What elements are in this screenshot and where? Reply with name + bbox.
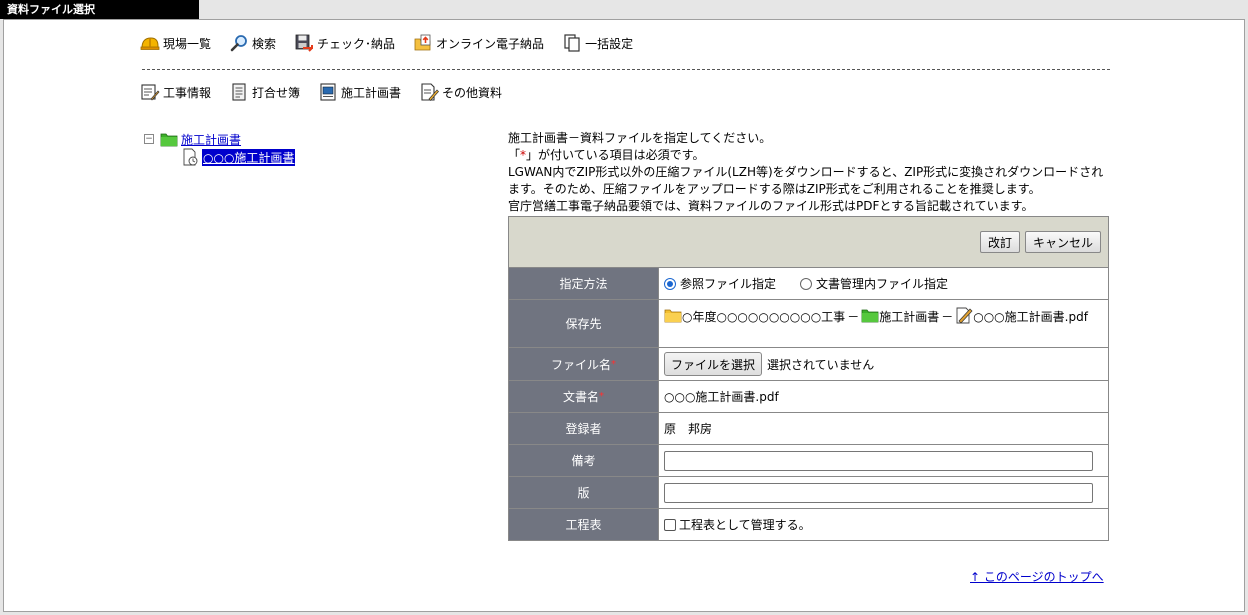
green-folder-icon bbox=[160, 133, 178, 147]
pencil-document-icon bbox=[956, 307, 973, 324]
instruction-line-4: 官庁営繕工事電子納品要領では、資料ファイルのファイル形式はPDFとする旨記載され… bbox=[508, 199, 1034, 213]
docname-label-text: 文書名 bbox=[562, 390, 599, 404]
toolbar-site-list-label: 現場一覧 bbox=[163, 36, 212, 51]
helmet-icon bbox=[140, 37, 160, 50]
radio-reference-file[interactable] bbox=[664, 277, 676, 290]
toolbar-divider bbox=[142, 69, 1110, 70]
tree-child-link[interactable]: ○○○施工計画書 bbox=[202, 148, 296, 166]
tree-root-link[interactable]: 施工計画書 bbox=[181, 131, 241, 148]
location-part-2: 施工計画書 bbox=[879, 310, 940, 324]
docname-label: 文書名 * bbox=[509, 381, 659, 412]
edition-label: 版 bbox=[509, 477, 659, 508]
pencil-note-icon bbox=[421, 83, 440, 102]
toolbar-check-delivery-label: チェック･納品 bbox=[317, 36, 396, 51]
document-edit-icon bbox=[183, 148, 198, 166]
yellow-folder-icon bbox=[664, 309, 682, 323]
row-schedule: 工程表 工程表として管理する。 bbox=[509, 509, 1108, 540]
row-location: 保存先 ○年度○○○○○○○○○○工事－施工計画書－ ○○○施工計画書.pdf bbox=[509, 300, 1108, 348]
location-part-1: ○年度○○○○○○○○○○工事 bbox=[682, 310, 846, 324]
row-filename: ファイル名 * ファイルを選択 選択されていません bbox=[509, 348, 1108, 381]
sub-toolbar: 工事情報 打合せ簿 施工計画書 その他資料 bbox=[140, 82, 520, 102]
main-toolbar: 現場一覧 検索 チェック･納品 オンライン電子納品 一括設定 bbox=[140, 33, 651, 53]
docname-required-mark: * bbox=[599, 391, 604, 402]
magnifier-icon bbox=[230, 35, 247, 52]
filename-label: ファイル名 * bbox=[509, 348, 659, 380]
toolbar-other-materials[interactable]: その他資料 bbox=[419, 82, 502, 102]
notebook-icon bbox=[232, 83, 246, 101]
radio-reference-file-label[interactable]: 参照ファイル指定 bbox=[680, 275, 776, 292]
radio-doc-management-file-label[interactable]: 文書管理内ファイル指定 bbox=[816, 275, 948, 292]
instruction-line-3: LGWAN内でZIP形式以外の圧縮ファイル(LZH等)をダウンロードすると、ZI… bbox=[508, 165, 1104, 196]
choose-file-button[interactable]: ファイルを選択 bbox=[664, 352, 763, 376]
toolbar-batch-settings-label: 一括設定 bbox=[585, 36, 634, 51]
tree-child: ○○○施工計画書 bbox=[144, 148, 296, 166]
method-label: 指定方法 bbox=[509, 268, 659, 299]
form-header: 改訂 キャンセル bbox=[509, 217, 1108, 268]
toolbar-search-label: 検索 bbox=[252, 36, 277, 51]
main-frame: 現場一覧 検索 チェック･納品 オンライン電子納品 一括設定 工事情報 打合せ簿 bbox=[3, 19, 1245, 612]
location-part-3: ○○○施工計画書.pdf bbox=[973, 310, 1088, 324]
floppy-arrow-icon bbox=[295, 34, 314, 52]
row-registrant: 登録者 原 邦房 bbox=[509, 413, 1108, 445]
page-top-link[interactable]: ↑ このページのトップへ bbox=[970, 568, 1104, 585]
location-label: 保存先 bbox=[509, 300, 659, 347]
file-status: 選択されていません bbox=[767, 357, 875, 372]
file-tree: − 施工計画書 ○○○施工計画書 bbox=[144, 130, 296, 166]
row-remarks: 備考 bbox=[509, 445, 1108, 477]
location-sep-2: － bbox=[941, 310, 954, 324]
toolbar-construction-info[interactable]: 工事情報 bbox=[140, 82, 211, 102]
row-method: 指定方法 参照ファイル指定 文書管理内ファイル指定 bbox=[509, 268, 1108, 300]
window-title: 資料ファイル選択 bbox=[0, 0, 199, 19]
edition-value bbox=[659, 477, 1108, 508]
registrant-label: 登録者 bbox=[509, 413, 659, 444]
toolbar-check-delivery[interactable]: チェック･納品 bbox=[294, 33, 395, 53]
toolbar-construction-info-label: 工事情報 bbox=[163, 85, 212, 100]
schedule-label: 工程表 bbox=[509, 509, 659, 540]
instructions: 施工計画書－資料ファイルを指定してください。 「*」が付いている項目は必須です。… bbox=[508, 130, 1108, 215]
toolbar-batch-settings[interactable]: 一括設定 bbox=[562, 33, 633, 53]
registrant-value: 原 邦房 bbox=[664, 422, 713, 436]
row-docname: 文書名 * ○○○施工計画書.pdf bbox=[509, 381, 1108, 413]
revise-button[interactable]: 改訂 bbox=[979, 231, 1020, 253]
toolbar-online-delivery[interactable]: オンライン電子納品 bbox=[413, 33, 544, 53]
plan-document-icon bbox=[320, 83, 336, 101]
schedule-checkbox[interactable] bbox=[664, 518, 676, 531]
location-value: ○年度○○○○○○○○○○工事－施工計画書－ ○○○施工計画書.pdf bbox=[659, 300, 1108, 347]
row-edition: 版 bbox=[509, 477, 1108, 509]
radio-doc-management-file[interactable] bbox=[800, 277, 813, 290]
toolbar-online-delivery-label: オンライン電子納品 bbox=[436, 36, 545, 51]
schedule-checkbox-label[interactable]: 工程表として管理する。 bbox=[679, 516, 811, 533]
copy-pages-icon bbox=[564, 34, 580, 52]
edit-form-icon bbox=[141, 84, 160, 101]
filename-required-mark: * bbox=[611, 358, 616, 370]
instruction-quote-open: 「 bbox=[508, 148, 521, 162]
cancel-button[interactable]: キャンセル bbox=[1024, 231, 1101, 253]
filename-value: ファイルを選択 選択されていません bbox=[659, 348, 1108, 380]
toolbar-meeting-book-label: 打合せ簿 bbox=[252, 85, 301, 100]
instruction-line-2: 「*」が付いている項目は必須です。 bbox=[508, 147, 1108, 164]
remarks-value bbox=[659, 445, 1108, 476]
toolbar-construction-plan-label: 施工計画書 bbox=[341, 85, 402, 100]
edition-input[interactable] bbox=[664, 482, 1093, 503]
upload-folder-icon bbox=[414, 34, 431, 51]
docname-value: ○○○施工計画書.pdf bbox=[664, 390, 779, 404]
schedule-value: 工程表として管理する。 bbox=[659, 509, 1108, 540]
location-sep-1: － bbox=[847, 310, 860, 324]
toolbar-other-materials-label: その他資料 bbox=[442, 85, 503, 100]
tree-root: − 施工計画書 bbox=[144, 130, 295, 148]
filename-label-text: ファイル名 bbox=[550, 357, 611, 372]
file-form: 改訂 キャンセル 指定方法 参照ファイル指定 文書管理内ファイル指定 保存先 ○… bbox=[508, 216, 1109, 541]
toolbar-construction-plan[interactable]: 施工計画書 bbox=[318, 82, 401, 102]
remarks-input[interactable] bbox=[664, 450, 1093, 471]
tree-collapse-toggle[interactable]: − bbox=[144, 134, 154, 144]
remarks-label: 備考 bbox=[509, 445, 659, 476]
toolbar-site-list[interactable]: 現場一覧 bbox=[140, 33, 211, 53]
method-value: 参照ファイル指定 文書管理内ファイル指定 bbox=[659, 268, 1108, 299]
instruction-line-2-rest: 」が付いている項目は必須です。 bbox=[526, 148, 705, 162]
instruction-line-1: 施工計画書－資料ファイルを指定してください。 bbox=[508, 131, 772, 145]
toolbar-search[interactable]: 検索 bbox=[229, 33, 276, 53]
toolbar-meeting-book[interactable]: 打合せ簿 bbox=[229, 82, 300, 102]
green-folder-icon bbox=[861, 309, 879, 323]
